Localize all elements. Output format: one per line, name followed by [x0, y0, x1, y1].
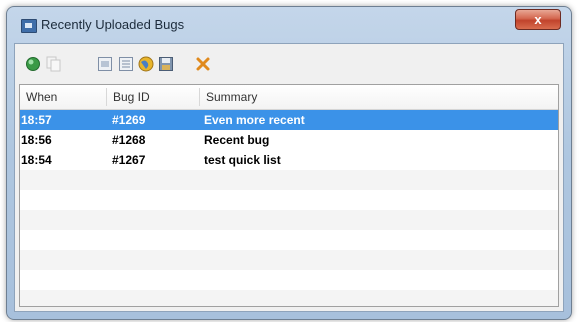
globe-button[interactable] — [138, 56, 154, 72]
close-button[interactable]: x — [515, 9, 561, 30]
view-list-button[interactable] — [118, 56, 134, 72]
table-row[interactable]: 18:54 #1267 test quick list — [20, 150, 558, 170]
cell-summary: Even more recent — [204, 113, 305, 127]
table-row[interactable]: 18:56 #1268 Recent bug — [20, 130, 558, 150]
cell-when: 18:54 — [21, 153, 52, 167]
title-bar[interactable]: Recently Uploaded Bugs x — [7, 7, 571, 41]
bug-list[interactable]: When Bug ID Summary 18:57 #1269 Even mor… — [19, 84, 559, 307]
toolbar — [15, 44, 563, 84]
cell-bug-id: #1269 — [112, 113, 146, 127]
empty-row — [20, 250, 558, 270]
column-header-when[interactable]: When — [20, 85, 106, 109]
cell-bug-id: #1268 — [112, 133, 146, 147]
empty-row — [20, 210, 558, 230]
delete-button[interactable] — [195, 56, 211, 72]
empty-row — [20, 270, 558, 290]
cell-when: 18:56 — [21, 133, 52, 147]
app-icon — [21, 19, 37, 33]
column-header-summary[interactable]: Summary — [200, 85, 500, 109]
window-title: Recently Uploaded Bugs — [41, 17, 185, 32]
delete-icon — [196, 57, 210, 71]
empty-row — [20, 290, 558, 306]
recently-uploaded-bugs-window: Recently Uploaded Bugs x When Bug ID Sum… — [6, 6, 572, 320]
save-button[interactable] — [158, 56, 174, 72]
copy-button[interactable] — [45, 56, 61, 72]
open-bug-button[interactable] — [25, 56, 41, 72]
column-header-bug-id[interactable]: Bug ID — [107, 85, 199, 109]
empty-row — [20, 170, 558, 190]
view-details-button[interactable] — [97, 56, 113, 72]
copy-icon — [46, 56, 61, 72]
globe-icon — [138, 56, 154, 72]
cell-when: 18:57 — [21, 113, 52, 127]
cell-summary: Recent bug — [204, 133, 270, 147]
view-list-icon — [119, 57, 133, 71]
empty-row — [20, 190, 558, 210]
cell-summary: test quick list — [204, 153, 281, 167]
cell-bug-id: #1267 — [112, 153, 146, 167]
window-client-area: When Bug ID Summary 18:57 #1269 Even mor… — [14, 43, 564, 312]
list-header: When Bug ID Summary — [20, 85, 558, 110]
save-icon — [159, 57, 173, 71]
view-details-icon — [98, 57, 112, 71]
open-bug-icon — [26, 57, 40, 71]
table-row[interactable]: 18:57 #1269 Even more recent — [20, 110, 558, 130]
empty-row — [20, 230, 558, 250]
